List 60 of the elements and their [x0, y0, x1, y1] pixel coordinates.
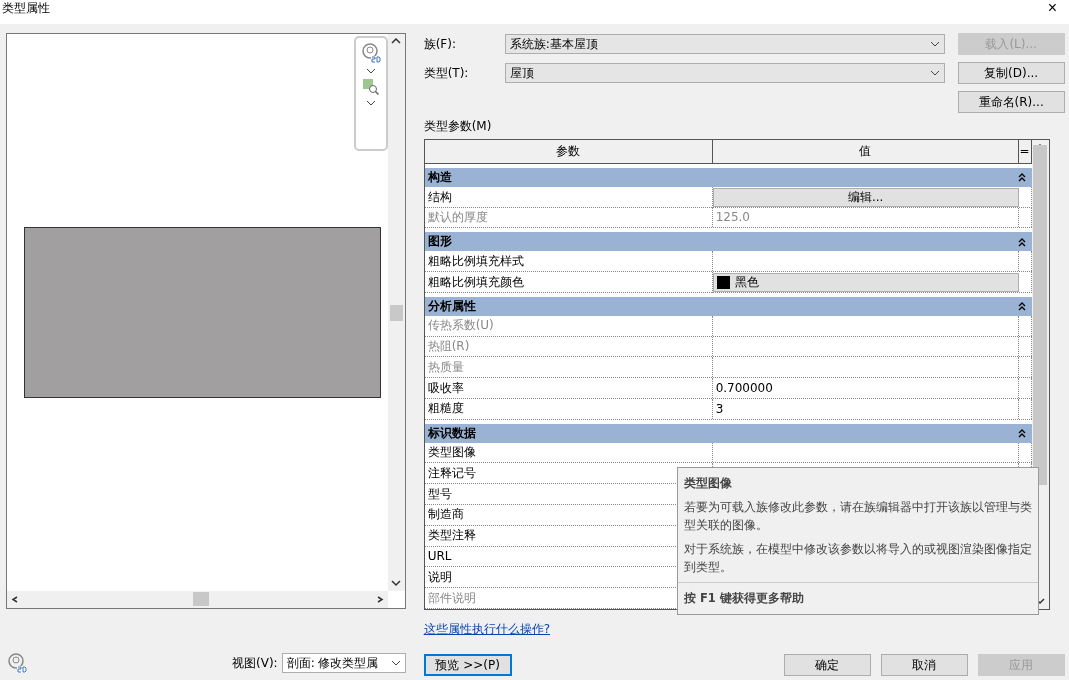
value-cell[interactable]: 3: [712, 399, 1019, 419]
collapse-icon[interactable]: [1017, 236, 1026, 247]
group-title: 分析属性: [427, 297, 476, 315]
group-header[interactable]: 图形: [424, 232, 1032, 252]
side-button[interactable]: 复制(D)...: [957, 62, 1065, 84]
side-button[interactable]: 重命名(R)...: [957, 91, 1065, 113]
chevron-down-icon: [390, 660, 401, 666]
parameter-name: 类型图像: [424, 442, 713, 463]
section-label: 类型参数(M): [423, 118, 493, 135]
parameter-name: 热质量: [424, 357, 713, 378]
collapse-icon[interactable]: [1017, 301, 1026, 312]
scrollbar-thumb[interactable]: [1033, 144, 1048, 485]
scrollbar-thumb[interactable]: [193, 592, 209, 606]
window-title: 类型属性: [2, 0, 50, 16]
column-header[interactable]: 值: [712, 140, 1019, 163]
column-header[interactable]: =: [1018, 140, 1032, 163]
group-title: 标识数据: [427, 424, 476, 442]
parameter-name: 传热系数(U): [424, 315, 713, 336]
group-header[interactable]: 分析属性: [424, 297, 1032, 316]
group-title: 图形: [427, 233, 452, 251]
tooltip-text: 对于系统族，在模型中修改该参数以将导入的或视图渲染图像指定到类型。: [684, 541, 1032, 576]
type-label: 类型(T):: [423, 64, 470, 82]
dialog-button[interactable]: 确定: [783, 654, 871, 676]
parameter-name: 热阻(R): [424, 336, 713, 357]
scrollbar-thumb[interactable]: [389, 304, 403, 321]
chevron-down-icon: [929, 41, 940, 47]
preview-button[interactable]: 预览 >>(P): [423, 654, 512, 676]
view-label: 视图(V):: [232, 654, 278, 672]
parameter-name: 结构: [424, 186, 713, 208]
parameter-name: 默认的厚度: [424, 207, 713, 228]
family-dropdown[interactable]: 系统族:基本屋顶: [504, 34, 945, 54]
chevron-down-icon: [929, 70, 940, 76]
family-label: 族(F):: [423, 35, 457, 53]
edit-button[interactable]: 编辑...: [712, 187, 1019, 207]
help-link[interactable]: 这些属性执行什么操作?: [423, 621, 550, 638]
value-cell[interactable]: 0.700000: [712, 378, 1019, 398]
dialog-button[interactable]: 取消: [880, 654, 968, 676]
chevron-down-icon: [365, 68, 376, 74]
parameter-name: 粗略比例填充颜色: [424, 272, 713, 293]
scroll-left-icon[interactable]: [10, 596, 20, 603]
view-2d-icon[interactable]: [359, 42, 382, 64]
view-dropdown[interactable]: 剖面: 修改类型属: [281, 653, 406, 673]
collapse-icon[interactable]: [1017, 172, 1026, 183]
collapse-icon[interactable]: [1017, 428, 1026, 439]
scroll-up-icon[interactable]: [391, 38, 402, 45]
close-button[interactable]: ×: [1043, 0, 1061, 16]
scroll-down-icon[interactable]: [391, 580, 402, 587]
chevron-down-icon: [365, 100, 376, 106]
parameter-name: 粗糙度: [424, 399, 713, 419]
group-header[interactable]: 构造: [424, 167, 1032, 187]
zoom-icon[interactable]: [361, 78, 380, 96]
group-title: 构造: [427, 168, 452, 186]
view-2d-button[interactable]: [6, 652, 28, 674]
color-button[interactable]: 黑色: [712, 273, 1019, 292]
column-header[interactable]: 参数: [424, 140, 713, 163]
parameter-name: 吸收率: [424, 378, 713, 398]
group-header[interactable]: 标识数据: [424, 423, 1032, 443]
tooltip-help: 按 F1 键获得更多帮助: [678, 582, 1038, 607]
type-dropdown[interactable]: 屋顶: [504, 63, 945, 83]
parameter-name: 粗略比例填充样式: [424, 251, 713, 271]
